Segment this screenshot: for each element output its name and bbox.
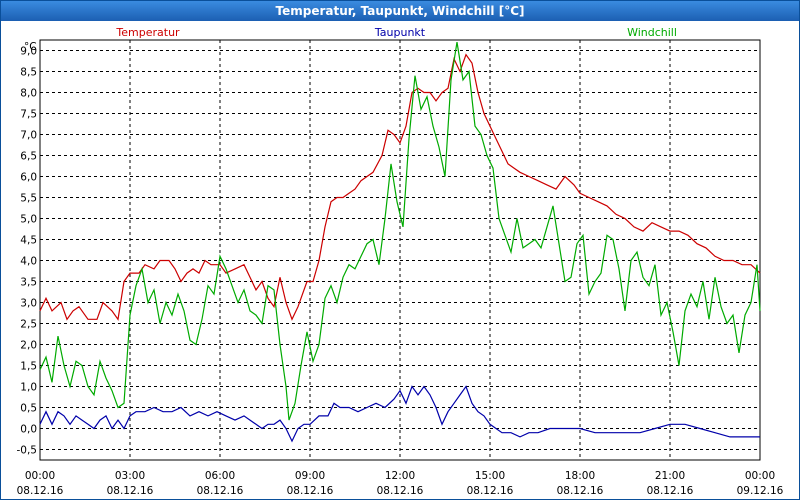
- y-tick-label: 4,0: [20, 256, 37, 268]
- legend-taupunkt: Taupunkt: [374, 26, 426, 39]
- x-tick-time: 06:00: [205, 470, 235, 482]
- x-tick-time: 21:00: [655, 470, 685, 482]
- chart-canvas: 9,08,58,07,57,06,56,05,55,04,54,03,53,02…: [17, 26, 784, 497]
- y-tick-label: 0,5: [20, 403, 37, 415]
- x-tick-time: 00:00: [745, 470, 775, 482]
- y-tick-label: 8,5: [20, 67, 37, 79]
- y-axis-ticks: 9,08,58,07,57,06,56,05,55,04,54,03,53,02…: [17, 46, 38, 457]
- y-tick-label: 1,0: [20, 382, 37, 394]
- y-tick-label: 0,0: [20, 424, 37, 436]
- x-tick-date: 08.12.16: [107, 485, 154, 497]
- legend-temperatur: Temperatur: [115, 26, 180, 39]
- y-tick-label: 6,5: [20, 151, 37, 163]
- x-tick-date: 08.12.16: [17, 485, 64, 497]
- y-tick-label: 6,0: [20, 172, 37, 184]
- y-tick-label: 7,0: [20, 130, 37, 142]
- y-axis-unit: °C: [24, 41, 37, 53]
- y-tick-label: 5,5: [20, 193, 37, 205]
- x-axis-ticks: 00:00 08.12.16 03:00 08.12.16 06:00 08.12.16 0…: [17, 470, 784, 497]
- x-tick-time: 12:00: [385, 470, 415, 482]
- y-tick-label: 3,5: [20, 277, 37, 289]
- x-tick-time: 15:00: [475, 470, 505, 482]
- x-tick-date: 08.12.16: [557, 485, 604, 497]
- y-tick-label: 2,0: [20, 340, 37, 352]
- y-tick-label: 3,0: [20, 298, 37, 310]
- x-tick-date: 08.12.16: [467, 485, 514, 497]
- y-tick-label: 7,5: [20, 109, 37, 121]
- y-tick-label: 5,0: [20, 214, 37, 226]
- y-tick-label: 8,0: [20, 88, 37, 100]
- x-tick-date: 08.12.16: [287, 485, 334, 497]
- x-tick-date: 09.12.16: [737, 485, 784, 497]
- legend-windchill: Windchill: [627, 26, 677, 39]
- x-tick-time: 18:00: [565, 470, 595, 482]
- x-tick-date: 08.12.16: [647, 485, 694, 497]
- y-tick-label: -0,5: [17, 445, 38, 457]
- x-tick-date: 08.12.16: [197, 485, 244, 497]
- x-tick-time: 03:00: [115, 470, 145, 482]
- y-tick-label: 2,5: [20, 319, 37, 331]
- y-tick-label: 4,5: [20, 235, 37, 247]
- y-tick-label: 1,5: [20, 361, 37, 373]
- x-tick-date: 08.12.16: [377, 485, 424, 497]
- x-tick-time: 00:00: [25, 470, 55, 482]
- x-tick-time: 09:00: [295, 470, 325, 482]
